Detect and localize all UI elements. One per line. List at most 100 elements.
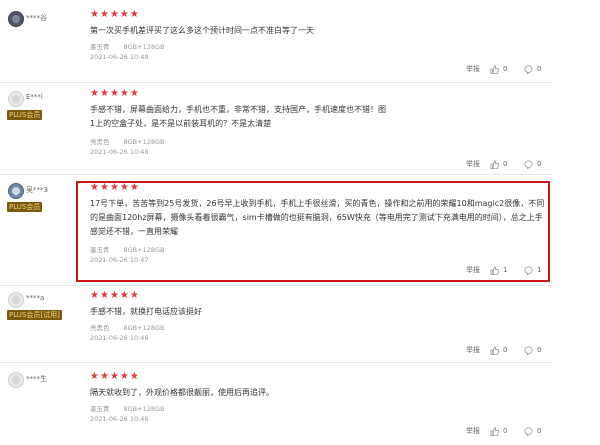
like-count: 0 [503,427,508,435]
star-icon: ★ [90,371,99,382]
star-icon: ★ [109,9,119,20]
avatar[interactable] [8,11,24,27]
comment-button[interactable]: 0 [524,65,558,74]
sku-spec: 8GB+128GB [123,405,165,413]
star-icon: ★ [119,182,129,193]
sku-spec: 8GB+128GB [123,246,165,254]
sku-color: 亮黑色 [90,324,110,332]
plus-member-badge: PLUS会员 [7,202,43,212]
review-list: ****谷 ★ ★ ★ ★ ★ 第一次买手机差评买了这么多这个预计时间一点不准白… [0,0,600,445]
avatar[interactable] [8,91,24,107]
sku-color: 墨玉青 [90,246,110,254]
review-meta: 墨玉青 8GB+128GB 2021-06-26 10:48 [90,42,178,62]
comment-icon [524,65,533,74]
divider [0,285,552,286]
thumbs-up-icon [490,427,499,436]
comment-icon [524,266,533,275]
star-icon: ★ [99,371,109,382]
review-actions: 举报 0 0 [466,159,558,169]
review-actions: 举报 0 0 [466,345,558,355]
star-icon: ★ [109,371,119,382]
username: 吴***3 [26,186,48,194]
avatar[interactable] [8,372,24,388]
star-icon: ★ [90,290,99,301]
star-icon: ★ [99,9,109,20]
sku-spec: 8GB+128GB [123,43,165,51]
sku-spec: 8GB+128GB [123,324,165,332]
comment-button[interactable]: 0 [524,346,558,355]
star-rating: ★ ★ ★ ★ ★ [90,372,139,382]
comment-count: 0 [537,65,542,73]
review-date: 2021-06-26 10:48 [90,148,149,156]
star-icon: ★ [99,88,109,99]
star-icon: ★ [129,182,139,193]
like-count: 1 [503,266,508,274]
review-date: 2021-06-26 10:47 [90,256,149,264]
thumbs-up-icon [490,346,499,355]
star-icon: ★ [129,290,139,301]
star-icon: ★ [119,371,129,382]
review-meta: 亮黑色 8GB+128GB 2021-06-26 10:48 [90,137,178,157]
review-meta: 墨玉青 8GB+128GB 2021-06-26 10:47 [90,245,178,265]
like-button[interactable]: 0 [490,65,524,74]
username: E***l [26,93,43,101]
like-button[interactable]: 0 [490,346,524,355]
like-button[interactable]: 0 [490,427,524,436]
star-icon: ★ [99,290,109,301]
comment-button[interactable]: 0 [524,427,558,436]
star-rating: ★ ★ ★ ★ ★ [90,10,139,20]
comment-button[interactable]: 1 [524,266,558,275]
star-icon: ★ [99,182,109,193]
divider [0,362,552,363]
like-button[interactable]: 1 [490,266,524,275]
like-count: 0 [503,65,508,73]
report-link[interactable]: 举报 [466,265,490,275]
like-button[interactable]: 0 [490,160,524,169]
report-link[interactable]: 举报 [466,345,490,355]
star-rating: ★ ★ ★ ★ ★ [90,89,139,99]
report-link[interactable]: 举报 [466,426,490,436]
thumbs-up-icon [490,160,499,169]
plus-member-badge: PLUS会员 [7,110,43,120]
star-icon: ★ [90,9,99,20]
review-text: 手感不错，屏幕曲面给力，手机也不重，非常不错，支持国产，手机速度也不错！图1上的… [90,105,386,128]
review-date: 2021-06-26 10:48 [90,53,149,61]
review-meta: 亮黑色 8GB+128GB 2021-06-26 10:46 [90,323,178,343]
like-count: 0 [503,160,508,168]
star-icon: ★ [109,88,119,99]
report-link[interactable]: 举报 [466,64,490,74]
star-icon: ★ [129,371,139,382]
username: ****a [26,294,45,302]
star-icon: ★ [90,182,99,193]
comment-count: 0 [537,427,542,435]
review-date: 2021-06-26 10:46 [90,415,149,423]
comment-count: 0 [537,160,542,168]
star-icon: ★ [119,290,129,301]
thumbs-up-icon [490,266,499,275]
star-icon: ★ [109,182,119,193]
comment-count: 1 [537,266,542,274]
avatar[interactable] [8,292,24,308]
review-date: 2021-06-26 10:46 [90,334,149,342]
star-icon: ★ [129,88,139,99]
review-text: 第一次买手机差评买了这么多这个预计时间一点不准白等了一天 [90,26,314,35]
sku-color: 墨玉青 [90,405,110,413]
review-actions: 举报 1 1 [466,265,558,275]
like-count: 0 [503,346,508,354]
comment-button[interactable]: 0 [524,160,558,169]
star-rating: ★ ★ ★ ★ ★ [90,183,139,193]
review-text: 17号下单，苦苦等到25号发货，26号早上收到手机，手机上手很丝滑，买的青色，操… [90,199,545,236]
sku-color: 亮黑色 [90,138,110,146]
review-text: 手感不错，就换打电话应该挺好 [90,307,202,316]
review-actions: 举报 0 0 [466,64,558,74]
star-icon: ★ [119,88,129,99]
report-link[interactable]: 举报 [466,159,490,169]
plus-member-badge: PLUS会员[试用] [7,310,62,320]
divider [0,82,552,83]
thumbs-up-icon [490,65,499,74]
avatar[interactable] [8,183,24,199]
username: ****生 [26,375,47,383]
star-icon: ★ [129,9,139,20]
comment-icon [524,160,533,169]
star-icon: ★ [90,88,99,99]
